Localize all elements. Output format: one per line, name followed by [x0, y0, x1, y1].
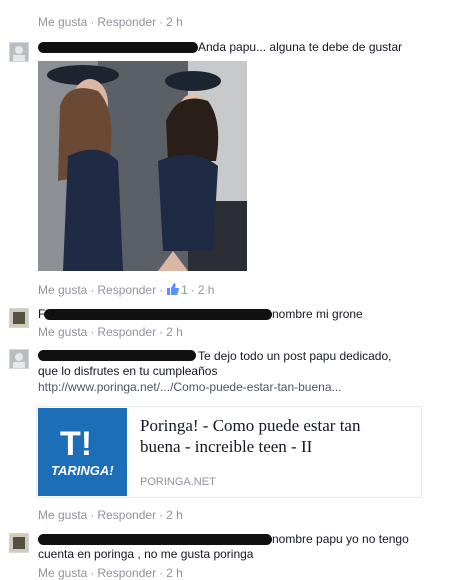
comment-actions: Me gusta · Responder · 2 h	[38, 566, 183, 580]
avatar[interactable]	[9, 533, 29, 553]
comment-actions: Me gusta · Responder · 1 · 2 h	[38, 283, 215, 297]
avatar[interactable]	[9, 349, 29, 369]
reply-link[interactable]: Responder	[97, 508, 156, 522]
comment-time[interactable]: 2 h	[198, 283, 215, 297]
comment-text-line2: que lo disfrutes en tu cumpleaños	[38, 364, 218, 378]
taringa-logo[interactable]: T! TARINGA!	[38, 408, 127, 496]
like-link[interactable]: Me gusta	[38, 283, 87, 297]
like-link[interactable]: Me gusta	[38, 566, 87, 580]
link-title[interactable]: Poringa! - Como puede estar tan buena - …	[140, 415, 360, 457]
comment-actions: Me gusta · Responder · 2 h	[38, 325, 183, 339]
comment-time[interactable]: 2 h	[166, 325, 183, 339]
comment-text: Anda papu... alguna te debe de gustar	[198, 40, 403, 54]
reply-link[interactable]: Responder	[97, 283, 156, 297]
reply-link[interactable]: Responder	[97, 325, 156, 339]
comment-text-line1: nombre papu yo no tengo	[272, 532, 409, 546]
comment-photo[interactable]	[38, 61, 247, 271]
comment-time[interactable]: 2 h	[166, 15, 183, 29]
comment-text-line1: Te dejo todo un post papu dedicado,	[198, 349, 392, 363]
link-domain: PORINGA.NET	[140, 476, 216, 488]
comment-link[interactable]: http://www.poringa.net/.../Como-puede-es…	[38, 380, 342, 394]
comment-actions: Me gusta · Responder · 2 h	[38, 508, 183, 522]
like-link[interactable]: Me gusta	[38, 508, 87, 522]
comment-text-line2: cuenta en poringa , no me gusta poringa	[38, 547, 254, 561]
comment-time[interactable]: 2 h	[166, 566, 183, 580]
redacted-name	[38, 350, 196, 361]
avatar[interactable]	[9, 42, 29, 62]
comment-text: nombre mi grone	[272, 307, 363, 321]
comment-actions: Me gusta · Responder · 2 h	[38, 15, 183, 29]
avatar[interactable]	[9, 308, 29, 328]
redacted-name	[38, 42, 198, 53]
like-count[interactable]: 1	[181, 283, 188, 297]
like-link[interactable]: Me gusta	[38, 15, 87, 29]
reply-link[interactable]: Responder	[97, 15, 156, 29]
comment-time[interactable]: 2 h	[166, 508, 183, 522]
thumbs-up-icon[interactable]	[166, 283, 180, 297]
redacted-name	[38, 534, 272, 545]
redacted-name	[44, 309, 272, 320]
reply-link[interactable]: Responder	[97, 566, 156, 580]
like-link[interactable]: Me gusta	[38, 325, 87, 339]
